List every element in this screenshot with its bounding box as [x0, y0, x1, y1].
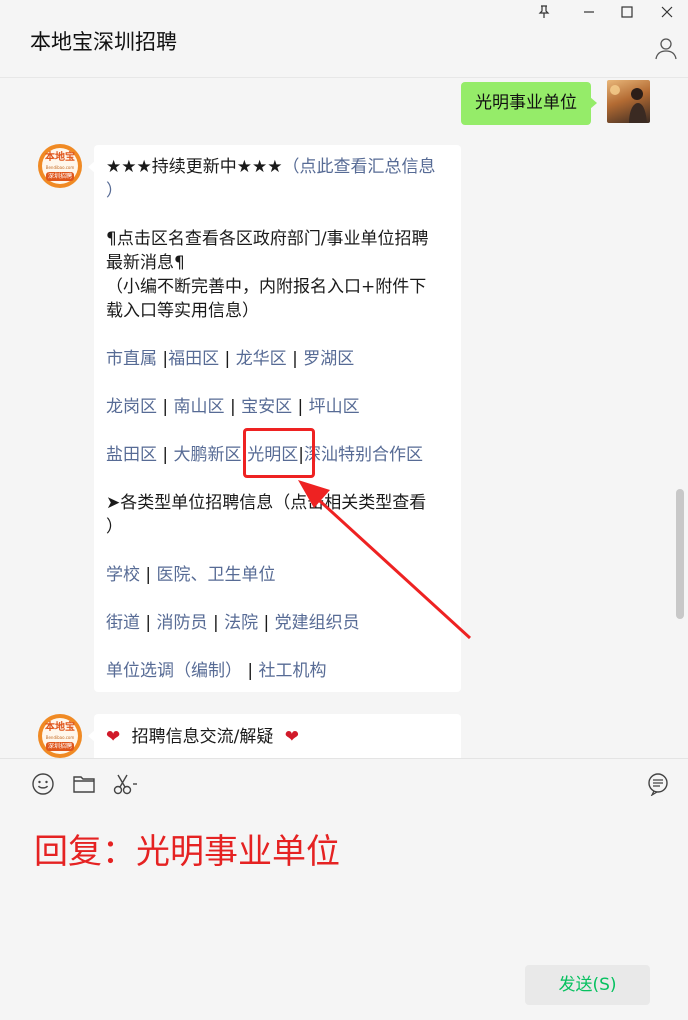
heart-icon: ❤: [106, 727, 121, 747]
heart-icon: ❤: [284, 727, 300, 747]
folder-icon[interactable]: [72, 772, 98, 798]
bot-avatar-2-tag: 深圳招聘: [46, 742, 74, 751]
message-input[interactable]: 回复：光明事业单位: [34, 824, 340, 873]
composer-divider: [0, 758, 688, 759]
exchange-text: 招聘信息交流/解疑: [131, 727, 274, 747]
scissors-icon[interactable]: [112, 772, 138, 798]
send-button[interactable]: 发送(S): [525, 965, 650, 1005]
bot-avatar-2-site: Bendibao.com: [45, 735, 75, 740]
emoji-icon[interactable]: [31, 772, 57, 798]
bot-message-bubble-2: ❤ 招聘信息交流/解疑 ❤: [88, 714, 461, 758]
chat-history-icon[interactable]: [646, 772, 672, 798]
bot-avatar-2-brand: 本地宝: [45, 722, 75, 733]
bot-avatar-2[interactable]: 本地宝 Bendibao.com 深圳招聘: [38, 714, 82, 758]
